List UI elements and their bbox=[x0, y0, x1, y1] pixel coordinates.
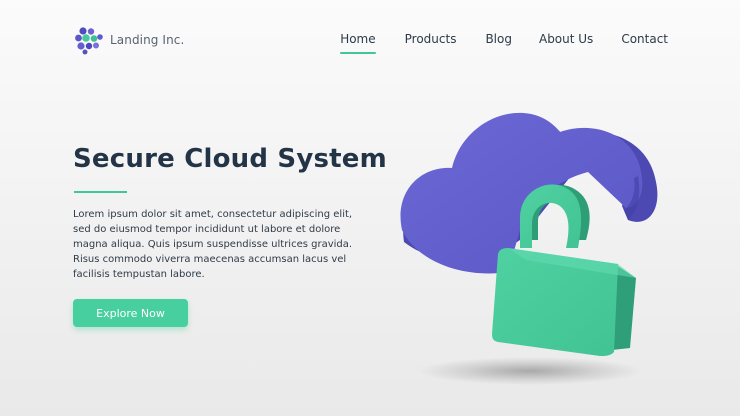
hero-description: Lorem ipsum dolor sit amet, consectetur … bbox=[73, 209, 353, 280]
nav-home[interactable]: Home bbox=[340, 32, 377, 54]
main-nav: Home Products Blog About Us Contact bbox=[340, 32, 668, 54]
nav-blog[interactable]: Blog bbox=[485, 32, 512, 46]
floor-shadow bbox=[418, 357, 642, 385]
cloud-lock-illustration bbox=[400, 112, 658, 385]
nav-about-us[interactable]: About Us bbox=[539, 32, 593, 46]
nav-products[interactable]: Products bbox=[405, 32, 457, 46]
nav-contact[interactable]: Contact bbox=[621, 32, 668, 46]
brand-logo[interactable]: Landing Inc. bbox=[74, 25, 184, 55]
hero-title: Secure Cloud System bbox=[73, 144, 387, 174]
title-underline bbox=[74, 191, 127, 193]
cloud-icon bbox=[400, 112, 658, 274]
brand-name: Landing Inc. bbox=[110, 33, 185, 47]
explore-now-button[interactable]: Explore Now bbox=[73, 299, 188, 327]
flower-dots-icon bbox=[75, 27, 103, 55]
site-header: Landing Inc. Home Products Blog About Us… bbox=[0, 0, 740, 80]
